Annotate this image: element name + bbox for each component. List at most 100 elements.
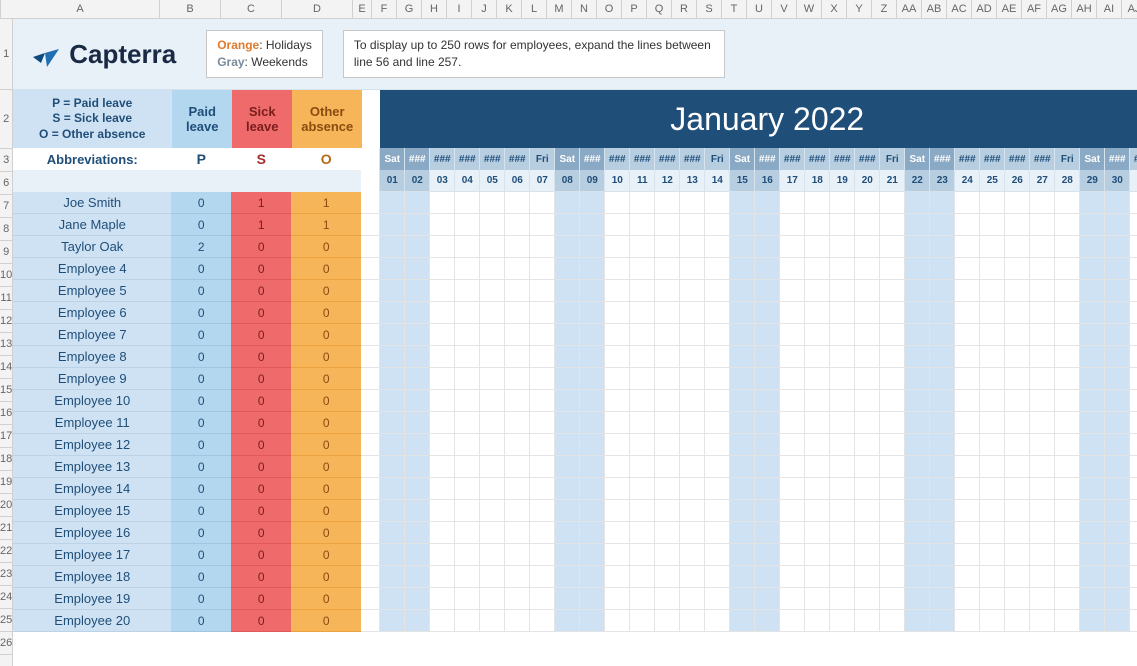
calendar-cell[interactable] [904, 236, 929, 258]
day-number-cell[interactable]: 03 [429, 170, 454, 192]
weekday-cell[interactable]: Fri [529, 148, 554, 170]
calendar-cell[interactable] [554, 390, 579, 412]
calendar-cell[interactable] [729, 522, 754, 544]
weekday-cell[interactable]: Fri [704, 148, 729, 170]
calendar-cell[interactable] [754, 214, 779, 236]
calendar-cell[interactable] [904, 456, 929, 478]
calendar-cell[interactable] [379, 368, 404, 390]
calendar-cell[interactable] [479, 500, 504, 522]
employee-name[interactable]: Employee 5 [13, 280, 171, 302]
calendar-cell[interactable] [854, 588, 879, 610]
calendar-cell[interactable] [804, 302, 829, 324]
calendar-cell[interactable] [929, 192, 954, 214]
day-number-cell[interactable]: 26 [1004, 170, 1029, 192]
calendar-cell[interactable] [754, 390, 779, 412]
calendar-cell[interactable] [954, 346, 979, 368]
calendar-cell[interactable] [854, 434, 879, 456]
paid-count[interactable]: 0 [171, 390, 231, 412]
calendar-cell[interactable] [804, 500, 829, 522]
calendar-cell[interactable] [729, 302, 754, 324]
calendar-cell[interactable] [954, 258, 979, 280]
calendar-cell[interactable] [629, 566, 654, 588]
row-header[interactable]: 15 [0, 379, 12, 402]
sick-count[interactable]: 0 [231, 390, 291, 412]
weekday-cell[interactable]: ### [604, 148, 629, 170]
row-header[interactable]: 14 [0, 356, 12, 379]
calendar-cell[interactable] [604, 258, 629, 280]
calendar-cell[interactable] [1104, 258, 1129, 280]
calendar-cell[interactable] [854, 610, 879, 632]
calendar-cell[interactable] [1054, 412, 1079, 434]
calendar-cell[interactable] [604, 478, 629, 500]
calendar-cell[interactable] [1004, 346, 1029, 368]
row-header[interactable]: 13 [0, 333, 12, 356]
calendar-cell[interactable] [1029, 522, 1054, 544]
calendar-cell[interactable] [479, 456, 504, 478]
calendar-cell[interactable] [454, 192, 479, 214]
day-number-cell[interactable]: 11 [629, 170, 654, 192]
calendar-cell[interactable] [554, 258, 579, 280]
calendar-cell[interactable] [604, 192, 629, 214]
calendar-cell[interactable] [404, 258, 429, 280]
calendar-cell[interactable] [704, 456, 729, 478]
calendar-cell[interactable] [929, 368, 954, 390]
calendar-cell[interactable] [404, 280, 429, 302]
calendar-cell[interactable] [654, 236, 679, 258]
day-number-cell[interactable]: 25 [979, 170, 1004, 192]
calendar-cell[interactable] [979, 566, 1004, 588]
calendar-cell[interactable] [629, 412, 654, 434]
calendar-cell[interactable] [479, 390, 504, 412]
calendar-cell[interactable] [754, 478, 779, 500]
calendar-cell[interactable] [404, 346, 429, 368]
employee-name[interactable]: Employee 19 [13, 588, 171, 610]
calendar-cell[interactable] [1054, 522, 1079, 544]
paid-count[interactable]: 0 [171, 324, 231, 346]
paid-count[interactable]: 0 [171, 588, 231, 610]
weekday-cell[interactable]: ### [854, 148, 879, 170]
calendar-cell[interactable] [404, 500, 429, 522]
paid-count[interactable]: 2 [171, 236, 231, 258]
calendar-cell[interactable] [654, 368, 679, 390]
calendar-cell[interactable] [804, 368, 829, 390]
calendar-cell[interactable] [779, 236, 804, 258]
calendar-cell[interactable] [554, 500, 579, 522]
other-count[interactable]: 0 [291, 258, 361, 280]
calendar-cell[interactable] [504, 566, 529, 588]
calendar-cell[interactable] [904, 500, 929, 522]
calendar-cell[interactable] [779, 280, 804, 302]
calendar-cell[interactable] [604, 214, 629, 236]
calendar-cell[interactable] [429, 434, 454, 456]
calendar-cell[interactable] [904, 566, 929, 588]
calendar-cell[interactable] [729, 258, 754, 280]
sick-count[interactable]: 0 [231, 302, 291, 324]
calendar-cell[interactable] [679, 280, 704, 302]
calendar-cell[interactable] [904, 280, 929, 302]
calendar-cell[interactable] [879, 302, 904, 324]
calendar-cell[interactable] [479, 280, 504, 302]
calendar-cell[interactable] [704, 214, 729, 236]
day-number-cell[interactable]: 02 [404, 170, 429, 192]
calendar-cell[interactable] [604, 522, 629, 544]
calendar-cell[interactable] [429, 324, 454, 346]
calendar-cell[interactable] [729, 478, 754, 500]
calendar-cell[interactable] [654, 610, 679, 632]
calendar-cell[interactable] [1004, 434, 1029, 456]
calendar-cell[interactable] [1079, 500, 1104, 522]
weekday-cell[interactable]: ### [479, 148, 504, 170]
day-number-cell[interactable]: 21 [879, 170, 904, 192]
calendar-cell[interactable] [654, 346, 679, 368]
calendar-cell[interactable] [979, 324, 1004, 346]
calendar-cell[interactable] [804, 456, 829, 478]
calendar-cell[interactable] [829, 258, 854, 280]
calendar-cell[interactable] [579, 588, 604, 610]
calendar-cell[interactable] [454, 500, 479, 522]
calendar-cell[interactable] [1104, 368, 1129, 390]
day-number-cell[interactable]: 17 [779, 170, 804, 192]
day-number-cell[interactable]: 08 [554, 170, 579, 192]
column-header[interactable]: K [497, 0, 522, 18]
row-header[interactable]: 17 [0, 425, 12, 448]
calendar-cell[interactable] [829, 192, 854, 214]
calendar-cell[interactable] [754, 456, 779, 478]
calendar-cell[interactable] [1054, 390, 1079, 412]
day-number-cell[interactable]: 19 [829, 170, 854, 192]
